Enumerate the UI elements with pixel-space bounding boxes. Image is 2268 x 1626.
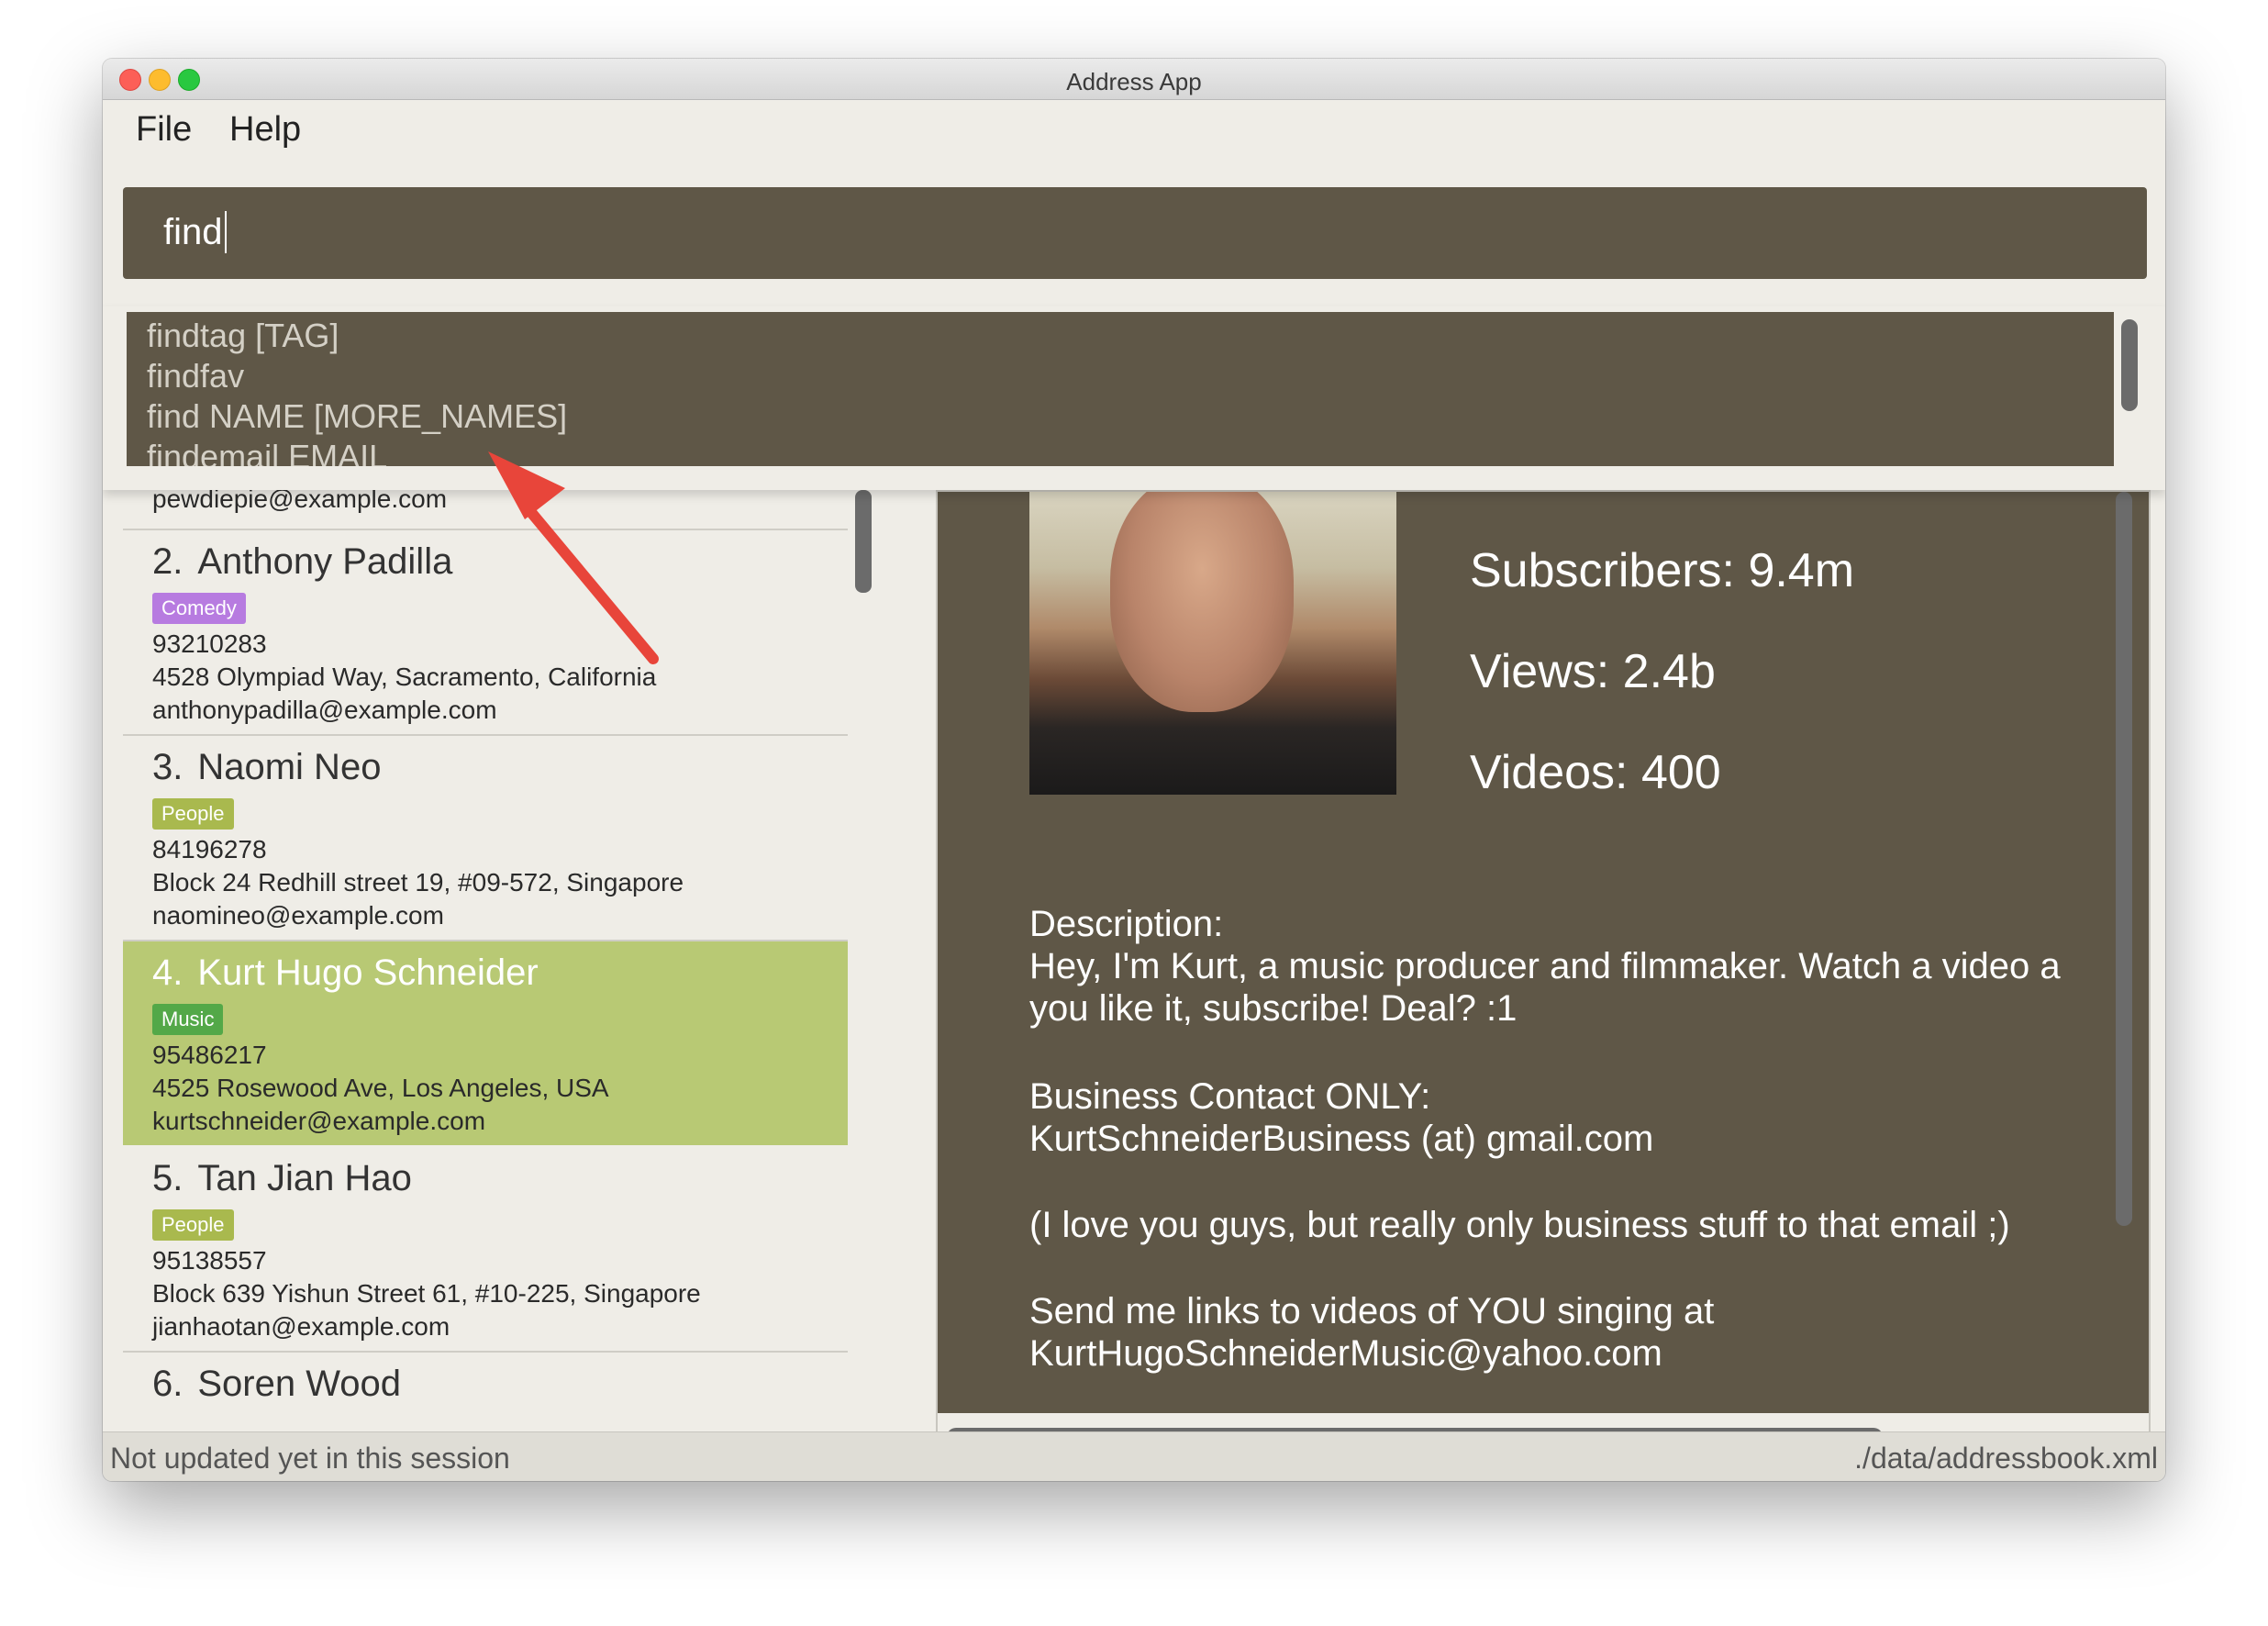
arrow-head <box>488 451 565 519</box>
arrow-shaft <box>519 499 659 664</box>
annotation-arrow <box>488 451 659 664</box>
